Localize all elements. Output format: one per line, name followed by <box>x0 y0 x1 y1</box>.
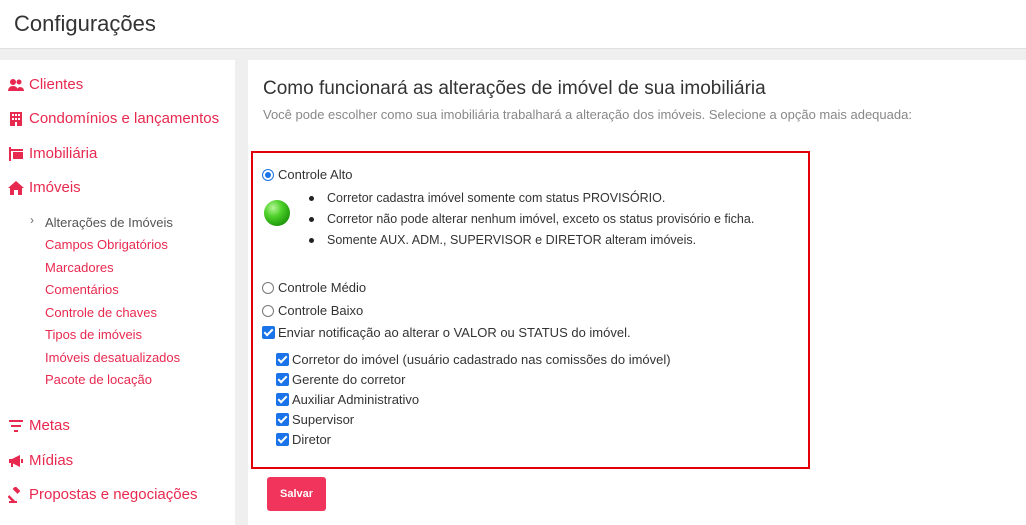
sidebar-item-metas[interactable]: Metas <box>8 417 70 434</box>
checkbox-checked[interactable] <box>276 413 289 426</box>
notify-checkbox[interactable]: Enviar notificação ao alterar o VALOR ou… <box>262 325 631 340</box>
checkbox-checked[interactable] <box>262 326 275 339</box>
users-icon <box>8 78 24 91</box>
megaphone-icon <box>9 454 23 467</box>
list-item: Somente AUX. ADM., SUPERVISOR e DIRETOR … <box>309 233 754 254</box>
top-header: Configurações <box>0 0 1026 49</box>
sidebar-subitem-alteracoes[interactable]: Alterações de Imóveis <box>45 215 173 230</box>
sidebar-item-label: Clientes <box>29 76 84 93</box>
checkbox-checked[interactable] <box>276 433 289 446</box>
control-description-list: Corretor cadastra imóvel somente com sta… <box>309 191 754 254</box>
radio-controle-alto[interactable]: Controle Alto <box>262 167 352 182</box>
checkbox-label: Gerente do corretor <box>292 372 406 387</box>
checkbox-diretor[interactable]: Diretor <box>276 432 331 447</box>
sidebar: Clientes Condomínios e lançamentos Imobi… <box>0 60 235 525</box>
home-icon <box>8 180 24 195</box>
sidebar-item-condominios[interactable]: Condomínios e lançamentos <box>8 110 219 127</box>
radio-label: Controle Alto <box>278 167 353 182</box>
sidebar-item-propostas[interactable]: Propostas e negociações <box>8 486 197 503</box>
sidebar-subitem-pacote[interactable]: Pacote de locação <box>45 372 152 387</box>
sidebar-item-label: Metas <box>29 417 70 434</box>
checkbox-auxiliar[interactable]: Auxiliar Administrativo <box>276 392 419 407</box>
radio-button-selected[interactable] <box>262 168 274 181</box>
checkbox-label: Supervisor <box>292 412 355 427</box>
radio-controle-medio[interactable]: Controle Médio <box>262 280 366 295</box>
status-green-icon <box>264 200 290 226</box>
sidebar-item-clientes[interactable]: Clientes <box>8 76 83 93</box>
checkbox-label: Corretor do imóvel (usuário cadastrado n… <box>292 352 671 367</box>
checkbox-gerente[interactable]: Gerente do corretor <box>276 372 405 387</box>
sidebar-item-midias[interactable]: Mídias <box>8 452 73 469</box>
main-content: Como funcionará as alterações de imóvel … <box>248 60 1026 525</box>
sidebar-subitem-campos[interactable]: Campos Obrigatórios <box>45 237 168 252</box>
page-title: Configurações <box>14 11 156 36</box>
section-title: Como funcionará as alterações de imóvel … <box>263 78 766 99</box>
save-button[interactable]: Salvar <box>267 477 326 511</box>
sidebar-subitem-tipos[interactable]: Tipos de imóveis <box>45 327 142 342</box>
chevron-right-icon: › <box>30 213 34 227</box>
sidebar-item-label: Imóveis <box>29 179 81 196</box>
sidebar-item-label: Imobiliária <box>29 145 98 162</box>
checkbox-corretor[interactable]: Corretor do imóvel (usuário cadastrado n… <box>276 352 671 367</box>
sidebar-item-label: Condomínios e lançamentos <box>29 110 220 127</box>
list-item: Corretor cadastra imóvel somente com sta… <box>309 191 754 212</box>
building-icon <box>10 111 22 126</box>
sidebar-item-imobiliaria[interactable]: Imobiliária <box>8 145 97 162</box>
sidebar-subitem-marcadores[interactable]: Marcadores <box>45 260 114 275</box>
radio-controle-baixo[interactable]: Controle Baixo <box>262 303 363 318</box>
sign-icon <box>9 146 23 161</box>
sidebar-item-imoveis[interactable]: Imóveis <box>8 179 81 196</box>
list-item: Corretor não pode alterar nenhum imóvel,… <box>309 212 754 233</box>
checkbox-label: Auxiliar Administrativo <box>292 392 420 407</box>
checkbox-label: Diretor <box>292 432 332 447</box>
sidebar-subitem-comentarios[interactable]: Comentários <box>45 282 119 297</box>
sidebar-item-label: Mídias <box>29 452 74 469</box>
sidebar-subitem-chaves[interactable]: Controle de chaves <box>45 305 157 320</box>
gavel-icon <box>8 486 21 503</box>
radio-label: Controle Baixo <box>278 303 364 318</box>
control-options-panel: Controle Alto Corretor cadastra imóvel s… <box>251 151 810 469</box>
radio-button[interactable] <box>262 281 274 294</box>
sidebar-subitem-desatualizados[interactable]: Imóveis desatualizados <box>45 350 180 365</box>
section-subtitle: Você pode escolher como sua imobiliária … <box>263 107 912 122</box>
checkbox-label: Enviar notificação ao alterar o VALOR ou… <box>278 325 631 340</box>
radio-label: Controle Médio <box>278 280 367 295</box>
sidebar-item-label: Propostas e negociações <box>29 486 198 503</box>
checkbox-checked[interactable] <box>276 353 289 366</box>
checkbox-supervisor[interactable]: Supervisor <box>276 412 354 427</box>
checkbox-checked[interactable] <box>276 373 289 386</box>
filter-icon <box>9 419 23 432</box>
radio-button[interactable] <box>262 304 274 317</box>
checkbox-checked[interactable] <box>276 393 289 406</box>
